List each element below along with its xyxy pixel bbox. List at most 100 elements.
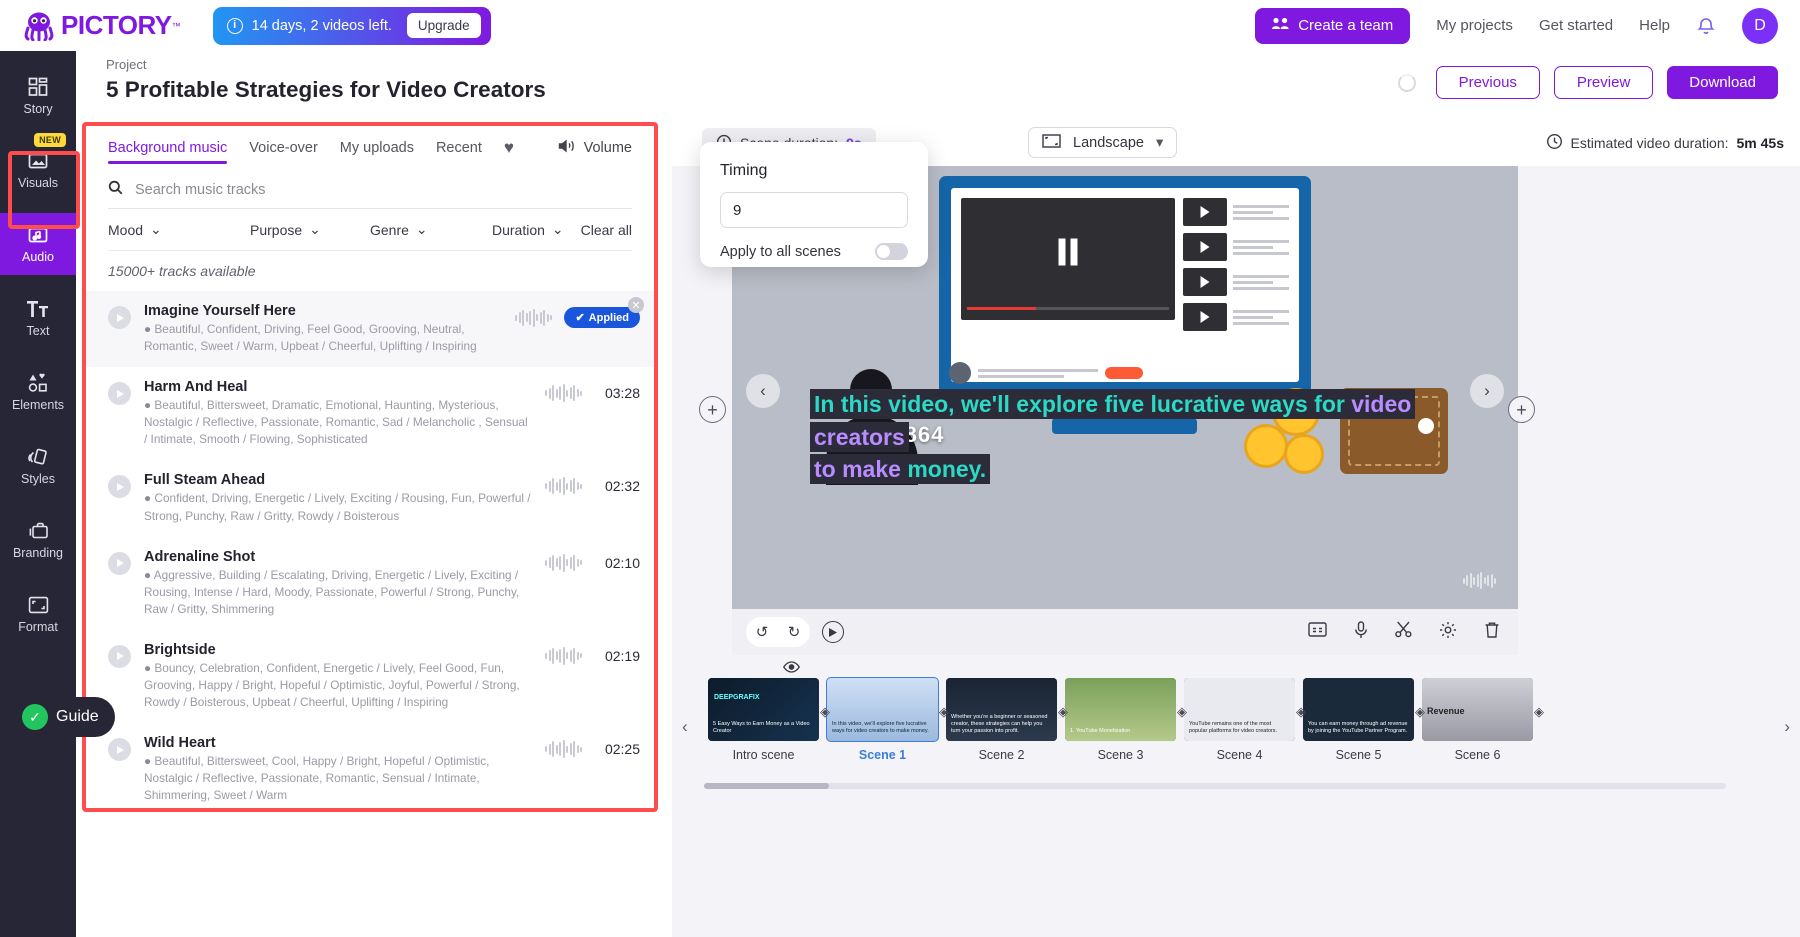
tab-voice-over[interactable]: Voice-over	[249, 140, 318, 164]
heart-icon[interactable]: ♥	[504, 138, 514, 166]
filter-mood[interactable]: Mood ⌄	[108, 221, 250, 238]
undo-redo-group[interactable]: ↺ ↻	[746, 617, 810, 647]
scene-thumbnail-intro[interactable]: DEEPGRAFIX 5 Easy Ways to Earn Money as …	[704, 678, 830, 762]
sidebar-item-label: Styles	[20, 472, 56, 486]
sidebar-item-visuals[interactable]: NEW Visuals	[0, 133, 76, 201]
link-scenes-icon[interactable]: ◈	[1058, 704, 1068, 720]
link-scenes-icon[interactable]: ◈	[1534, 704, 1544, 720]
nav-help[interactable]: Help	[1639, 17, 1670, 34]
scroll-right-arrow[interactable]: ›	[1784, 717, 1790, 737]
link-scenes-icon[interactable]: ◈	[939, 704, 949, 720]
link-scenes-icon[interactable]: ◈	[1177, 704, 1187, 720]
create-team-button[interactable]: Create a team	[1255, 7, 1411, 44]
play-icon[interactable]	[108, 475, 131, 499]
undo-icon[interactable]: ↺	[746, 623, 778, 641]
trash-icon[interactable]	[1484, 621, 1500, 644]
check-icon: ✔	[575, 312, 585, 324]
scene-caption-text: You can earn money through ad revenue by…	[1308, 721, 1408, 735]
sidebar-item-elements[interactable]: Elements	[0, 361, 76, 423]
caption-icon[interactable]	[1308, 622, 1327, 642]
new-badge: NEW	[34, 133, 66, 147]
filter-label: Purpose	[250, 221, 303, 238]
nav-get-started[interactable]: Get started	[1539, 17, 1613, 34]
track-row[interactable]: Brightside ● Bouncy, Celebration, Confid…	[86, 630, 654, 723]
aspect-ratio-select[interactable]: Landscape ▾	[1028, 127, 1178, 158]
brand-logo[interactable]: PICTORY ™	[22, 10, 181, 41]
waveform-icon	[545, 553, 582, 573]
link-scenes-icon[interactable]: ◈	[1296, 704, 1306, 720]
nav-my-projects[interactable]: My projects	[1436, 17, 1513, 34]
scene-thumbnail-2[interactable]: Whether you're a beginner or seasoned cr…	[942, 678, 1068, 762]
track-row[interactable]: Harm And Heal ● Beautiful, Bittersweet, …	[86, 367, 654, 460]
link-scenes-icon[interactable]: ◈	[1415, 704, 1425, 720]
scene-thumbnail-4[interactable]: YouTube remains one of the most popular …	[1180, 678, 1306, 762]
play-icon[interactable]	[108, 644, 131, 668]
sidebar-item-story[interactable]: Story	[0, 65, 76, 127]
previous-scene-arrow[interactable]: ‹	[746, 374, 780, 408]
volume-control[interactable]: Volume	[558, 138, 632, 166]
redo-icon[interactable]: ↻	[778, 623, 810, 641]
tab-recent[interactable]: Recent	[436, 140, 482, 164]
music-note-icon	[27, 224, 49, 246]
play-icon[interactable]	[108, 382, 131, 406]
next-scene-arrow[interactable]: ›	[1470, 374, 1504, 408]
tab-my-uploads[interactable]: My uploads	[340, 140, 414, 164]
sidebar-item-label: Story	[23, 102, 53, 116]
add-scene-right-button[interactable]: +	[1508, 396, 1535, 423]
scene-label: Scene 2	[978, 748, 1025, 762]
pause-icon	[1058, 238, 1078, 266]
filter-purpose[interactable]: Purpose ⌄	[250, 221, 370, 238]
track-row[interactable]: Adrenaline Shot ● Aggressive, Building /…	[86, 537, 654, 630]
search-input[interactable]	[135, 181, 632, 198]
filter-duration[interactable]: Duration ⌄	[492, 221, 564, 238]
track-row[interactable]: ✕ Imagine Yourself Here ● Beautiful, Con…	[86, 291, 654, 368]
scene-thumbnail-6[interactable]: Revenue ◈ Scene 6	[1418, 678, 1544, 762]
notification-bell-icon[interactable]	[1696, 16, 1716, 36]
play-icon[interactable]	[822, 621, 844, 643]
download-button[interactable]: Download	[1667, 66, 1778, 99]
apply-all-toggle[interactable]	[875, 243, 908, 260]
guide-button[interactable]: ✓ Guide	[14, 697, 115, 737]
scene-thumbnail-3[interactable]: 1. YouTube Monetization ◈ Scene 3	[1061, 678, 1187, 762]
sidebar-item-audio[interactable]: Audio	[0, 213, 76, 275]
sidebar-item-label: Elements	[11, 398, 65, 412]
gear-icon[interactable]	[1439, 621, 1457, 644]
search-icon	[108, 180, 123, 199]
play-icon[interactable]	[108, 306, 131, 329]
filter-genre[interactable]: Genre ⌄	[370, 221, 492, 238]
scene-strip-scrollbar[interactable]	[704, 783, 1726, 789]
add-scene-left-button[interactable]: +	[699, 396, 726, 423]
upgrade-button[interactable]: Upgrade	[406, 13, 481, 38]
sidebar-item-styles[interactable]: Styles	[0, 435, 76, 497]
microphone-icon[interactable]	[1354, 620, 1368, 644]
sidebar-item-branding[interactable]: Branding	[0, 509, 76, 571]
search-bar[interactable]	[108, 180, 632, 209]
play-icon[interactable]	[108, 738, 131, 762]
timing-input[interactable]	[720, 192, 908, 228]
clear-all-button[interactable]: Clear all	[581, 222, 632, 238]
track-title: Adrenaline Shot	[144, 548, 256, 565]
scissors-icon[interactable]	[1395, 621, 1412, 643]
track-row[interactable]: Full Steam Ahead ● Confident, Driving, E…	[86, 460, 654, 536]
link-scenes-icon[interactable]: ◈	[820, 704, 830, 720]
estimated-duration: Estimated video duration: 5m 45s	[1546, 133, 1784, 153]
previous-button[interactable]: Previous	[1435, 66, 1540, 99]
close-icon[interactable]: ✕	[628, 297, 644, 313]
sidebar-item-format[interactable]: Format	[0, 583, 76, 645]
play-icon[interactable]	[108, 551, 131, 575]
scene-caption-text: In this video, we'll explore five lucrat…	[832, 721, 929, 735]
user-avatar[interactable]: D	[1742, 7, 1778, 44]
scene-thumbnail-5[interactable]: You can earn money through ad revenue by…	[1299, 678, 1425, 762]
track-row[interactable]: Wild Heart ● Beautiful, Bittersweet, Coo…	[86, 723, 654, 808]
apply-all-label: Apply to all scenes	[720, 243, 841, 260]
scene-thumbnail-1[interactable]: In this video, we'll explore five lucrat…	[823, 677, 949, 762]
text-icon	[27, 298, 49, 320]
sidebar-item-text[interactable]: Text	[0, 287, 76, 349]
eye-icon[interactable]	[783, 660, 800, 678]
track-duration: 03:28	[604, 385, 640, 402]
filter-row: Mood ⌄ Purpose ⌄ Genre ⌄ Duration ⌄ Clea…	[108, 221, 632, 251]
tab-background-music[interactable]: Background music	[108, 140, 228, 164]
project-eyebrow: Project	[106, 57, 147, 72]
scroll-left-arrow[interactable]: ‹	[682, 717, 688, 737]
preview-button[interactable]: Preview	[1553, 66, 1654, 99]
